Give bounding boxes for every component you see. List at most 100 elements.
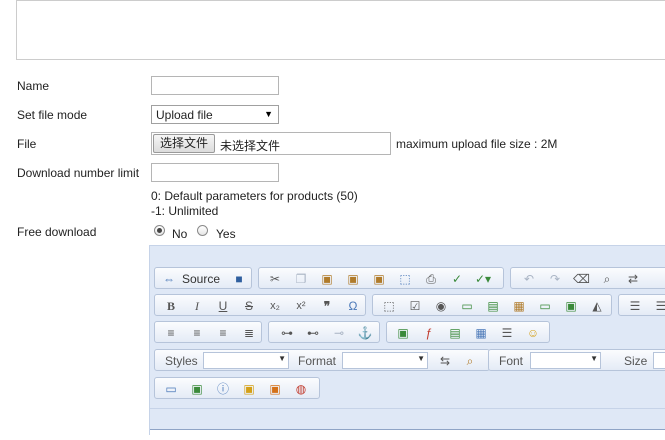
templates-icon[interactable]: ▣ — [189, 381, 205, 397]
free-yes-label: Yes — [216, 227, 236, 241]
name-label: Name — [17, 79, 50, 93]
italic-icon[interactable]: I — [189, 298, 205, 314]
undo-icon[interactable]: ↶ — [521, 271, 537, 287]
chevron-down-icon: ▼ — [278, 354, 286, 363]
form-icon[interactable]: ⬚ — [381, 298, 397, 314]
superscript-icon[interactable]: x² — [293, 298, 309, 314]
hidden-field-icon[interactable]: ◭ — [589, 298, 605, 314]
hint-default: 0: Default parameters for products (50) — [151, 189, 358, 203]
max-upload-note: maximum upload file size : 2M — [396, 137, 558, 151]
zoom-icon[interactable]: ⌕ — [462, 353, 478, 369]
toolbar-row-1: ⇔ Source ■ ✂ ❐ ▣ ▣ ▣ ⬚ ⎙ ✓ ✓▾ ↶ ↷ ⌫ ⌕ ⇄ — [150, 267, 665, 293]
find-icon[interactable]: ⌕ — [599, 271, 615, 287]
free-no-label: No — [172, 227, 188, 241]
download-limit-label: Download number limit — [17, 166, 140, 180]
toolbar-row-5: ▭ ▣ ⓘ ▣ ▣ ◍ — [150, 377, 665, 403]
textarea-icon[interactable]: ▤ — [485, 298, 501, 314]
file-status: 未选择文件 — [220, 139, 281, 153]
toolbar-group-tools: ▭ ▣ ⓘ ▣ ▣ ◍ — [154, 377, 320, 399]
preview-icon[interactable]: ⬚ — [397, 271, 413, 287]
hint-unlimited: -1: Unlimited — [151, 204, 219, 218]
styles-combo[interactable]: ▼ — [203, 352, 289, 369]
cut-icon[interactable]: ✂ — [267, 271, 283, 287]
dropdown-arrow-icon: ▼ — [264, 109, 273, 119]
spellcheck-dropdown-icon[interactable]: ✓▾ — [475, 271, 491, 287]
paste-text-icon[interactable]: ▣ — [345, 271, 361, 287]
chevron-down-icon: ▼ — [590, 354, 598, 363]
file-input[interactable]: 选择文件 未选择文件 — [151, 132, 391, 155]
unlink-icon[interactable]: ⊷ — [305, 325, 321, 341]
strike-icon[interactable]: S — [241, 298, 257, 314]
copy-icon[interactable]: ❐ — [293, 271, 309, 287]
color-wheel-icon[interactable]: ◍ — [293, 381, 309, 397]
align-center-icon[interactable]: ≡ — [189, 325, 205, 341]
spellcheck-icon[interactable]: ✓ — [449, 271, 465, 287]
redo-icon[interactable]: ↷ — [547, 271, 563, 287]
align-right-icon[interactable]: ≡ — [215, 325, 231, 341]
description-textarea[interactable] — [16, 0, 665, 60]
free-no-radio[interactable] — [154, 225, 165, 236]
link-icon[interactable]: ⊶ — [279, 325, 295, 341]
toolbar-group-links: ⊶ ⊷ ⊸ ⚓ — [268, 321, 380, 343]
format-label: Format — [298, 354, 337, 368]
free-yes-radio[interactable] — [197, 225, 208, 236]
source-button-label[interactable]: Source — [182, 272, 220, 286]
paste-icon[interactable]: ▣ — [319, 271, 335, 287]
select-icon[interactable]: ▦ — [511, 298, 527, 314]
image-button-icon[interactable]: ▣ — [563, 298, 579, 314]
table-icon[interactable]: ▦ — [473, 325, 489, 341]
underline-icon[interactable]: U — [215, 298, 231, 314]
file-mode-select[interactable]: Upload file ▼ — [151, 105, 279, 124]
download-limit-input[interactable] — [151, 163, 279, 182]
plugin-icon[interactable]: ▣ — [241, 381, 257, 397]
toolbar-group-insert: ▣ ƒ ▤ ▦ ☰ ☺ — [386, 321, 550, 343]
toolbar-group-undo: ↶ ↷ ⌫ ⌕ ⇄ — [510, 267, 665, 289]
radio-icon[interactable]: ◉ — [433, 298, 449, 314]
special-char-icon[interactable]: Ω — [345, 298, 361, 314]
eraser-icon[interactable]: ⌫ — [573, 271, 590, 287]
bold-icon[interactable]: B — [163, 298, 179, 314]
font-combo[interactable]: ▼ — [530, 352, 601, 369]
image-icon[interactable]: ▣ — [395, 325, 411, 341]
checkbox-icon[interactable]: ☑ — [407, 298, 423, 314]
blockquote-icon[interactable]: ❞ — [319, 298, 335, 314]
file-mode-value: Upload file — [156, 108, 213, 122]
align-left-icon[interactable]: ≡ — [163, 325, 179, 341]
flash-icon[interactable]: ƒ — [421, 325, 437, 341]
name-input[interactable] — [151, 76, 279, 95]
maximize-icon[interactable]: ▭ — [163, 381, 179, 397]
print-icon[interactable]: ⎙ — [423, 271, 439, 287]
paste-word-icon[interactable]: ▣ — [371, 271, 387, 287]
anchor-icon[interactable]: ⚓ — [357, 325, 373, 341]
align-justify-icon[interactable]: ≣ — [241, 325, 257, 341]
font-label: Font — [499, 354, 524, 368]
editor-content-area[interactable] — [150, 429, 665, 440]
toolbar-group-clipboard: ✂ ❐ ▣ ▣ ▣ ⬚ ⎙ ✓ ✓▾ — [258, 267, 504, 289]
button-icon[interactable]: ▭ — [537, 298, 553, 314]
subscript-icon[interactable]: x₂ — [267, 298, 283, 314]
toolbar-group-document: ⇔ Source ■ — [154, 267, 252, 289]
document-icon[interactable]: ▤ — [447, 325, 463, 341]
toolbar-row-4: Styles ▼ Format ▼ ⇆ ⌕ Font ▼ Size — [150, 349, 665, 375]
toolbar-group-font: Font ▼ Size — [488, 349, 665, 371]
size-combo[interactable] — [653, 352, 665, 369]
toolbar-row-2: B I U S x₂ x² ❞ Ω ⬚ ☑ ◉ ▭ ▤ ▦ ▭ ▣ ◭ ☰ ☰ — [150, 294, 665, 320]
gallery-icon[interactable]: ▣ — [267, 381, 283, 397]
bulleted-list-icon[interactable]: ☰ — [653, 298, 665, 314]
choose-file-button[interactable]: 选择文件 — [153, 134, 215, 153]
show-blocks-icon[interactable]: ⇆ — [437, 353, 453, 369]
toolbar-group-styles: Styles ▼ Format ▼ ⇆ ⌕ — [154, 349, 490, 371]
about-icon[interactable]: ⓘ — [215, 381, 231, 397]
source-icon[interactable]: ⇔ — [161, 271, 177, 287]
horizontal-rule-icon[interactable]: ☰ — [499, 325, 515, 341]
toolbar-group-forms: ⬚ ☑ ◉ ▭ ▤ ▦ ▭ ▣ ◭ — [372, 294, 612, 316]
unlink-disabled-icon[interactable]: ⊸ — [331, 325, 347, 341]
styles-label: Styles — [165, 354, 198, 368]
save-icon[interactable]: ■ — [231, 271, 247, 287]
toolbar-row-3: ≡ ≡ ≡ ≣ ⊶ ⊷ ⊸ ⚓ ▣ ƒ ▤ ▦ ☰ ☺ — [150, 321, 665, 347]
numbered-list-icon[interactable]: ☰ — [627, 298, 643, 314]
format-combo[interactable]: ▼ — [342, 352, 428, 369]
smiley-icon[interactable]: ☺ — [525, 325, 541, 341]
replace-icon[interactable]: ⇄ — [625, 271, 641, 287]
textfield-icon[interactable]: ▭ — [459, 298, 475, 314]
